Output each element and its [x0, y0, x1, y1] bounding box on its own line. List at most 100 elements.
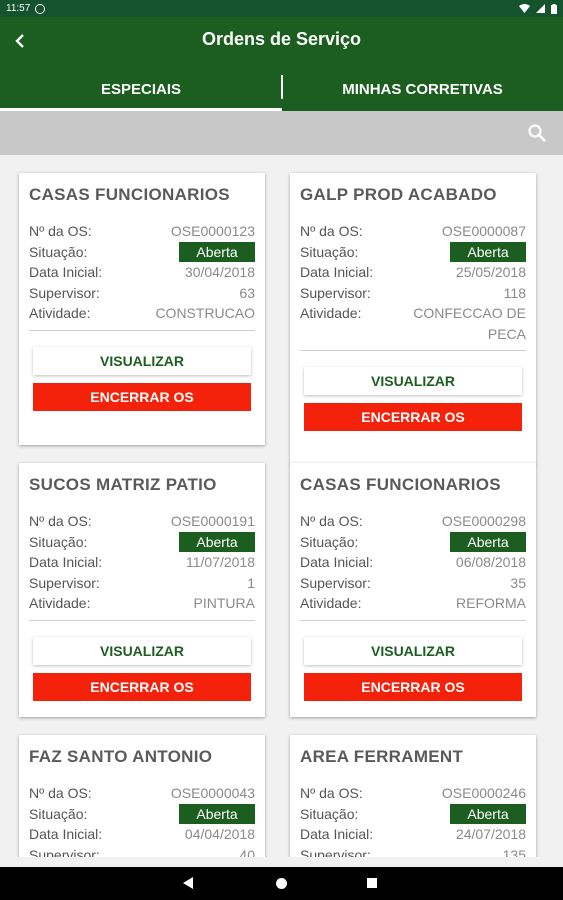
- situacao-label: Situação:: [29, 533, 88, 550]
- status-badge: Aberta: [450, 803, 526, 824]
- data-inicial-label: Data Inicial:: [300, 264, 374, 280]
- atividade-row: Atividade: REFORMA: [300, 593, 526, 614]
- tab-bar: ESPECIAIS MINHAS CORRETIVAS: [0, 67, 563, 111]
- supervisor-row: Supervisor: 35: [300, 573, 526, 594]
- status-bar: 11:57: [0, 0, 563, 17]
- supervisor-label: Supervisor:: [300, 846, 371, 858]
- data-inicial-row: Data Inicial: 30/04/2018: [29, 262, 255, 283]
- os-value: OSE0000087: [441, 223, 526, 239]
- supervisor-value: 35: [510, 574, 526, 591]
- data-inicial-value: 24/07/2018: [455, 826, 526, 842]
- os-row: Nº da OS: OSE0000087: [300, 221, 526, 242]
- visualizar-button[interactable]: VISUALIZAR: [304, 636, 522, 665]
- card-place: AREA FERRAMENT: [300, 747, 464, 766]
- status-badge: Aberta: [450, 241, 526, 262]
- data-inicial-row: Data Inicial: 04/04/2018: [29, 824, 255, 845]
- situacao-label: Situação:: [300, 243, 359, 260]
- supervisor-label: Supervisor:: [300, 574, 371, 591]
- atividade-row: Atividade: PINTURA: [29, 593, 255, 614]
- supervisor-row: Supervisor: 40: [29, 845, 255, 858]
- status-badge: Aberta: [179, 241, 255, 262]
- search-bar[interactable]: [0, 111, 563, 155]
- card-place: FAZ SANTO ANTONIO: [29, 747, 213, 766]
- encerrar-os-button[interactable]: ENCERRAR OS: [33, 382, 251, 411]
- supervisor-label: Supervisor:: [29, 284, 100, 301]
- visualizar-button[interactable]: VISUALIZAR: [304, 367, 522, 395]
- os-label: Nº da OS:: [300, 223, 363, 239]
- encerrar-os-button[interactable]: ENCERRAR OS: [304, 403, 522, 431]
- supervisor-label: Supervisor:: [300, 284, 371, 301]
- supervisor-label: Supervisor:: [29, 574, 100, 591]
- os-label: Nº da OS:: [29, 785, 92, 801]
- data-inicial-value: 25/05/2018: [455, 264, 526, 280]
- card-place: CASAS FUNCIONARIOS: [29, 185, 230, 204]
- data-inicial-row: Data Inicial: 06/08/2018: [300, 552, 526, 573]
- divider: [29, 329, 255, 331]
- data-inicial-label: Data Inicial:: [29, 826, 103, 842]
- data-inicial-value: 30/04/2018: [184, 264, 255, 280]
- supervisor-value: 1: [247, 574, 255, 591]
- service-order-card: SUCOS MATRIZ PATIO Nº da OS: OSE0000191 S…: [19, 463, 265, 717]
- nav-home-icon[interactable]: [276, 878, 287, 889]
- supervisor-row: Supervisor: 118: [300, 283, 526, 304]
- os-row: Nº da OS: OSE0000298: [300, 511, 526, 532]
- situacao-row: Situação: Aberta: [300, 531, 526, 553]
- os-row: Nº da OS: OSE0000246: [300, 783, 526, 804]
- atividade-value: REFORMA: [456, 595, 526, 611]
- atividade-value: PINTURA: [193, 595, 255, 611]
- nav-recents-icon[interactable]: [367, 878, 377, 888]
- situacao-label: Situação:: [29, 243, 88, 260]
- service-order-card: CASAS FUNCIONARIOS Nº da OS: OSE0000123 S…: [19, 173, 265, 445]
- atividade-label: Atividade:: [29, 305, 91, 321]
- atividade-label: Atividade:: [300, 595, 362, 611]
- divider: [300, 619, 526, 621]
- nav-back-icon[interactable]: [183, 877, 193, 889]
- data-inicial-row: Data Inicial: 24/07/2018: [300, 824, 526, 845]
- situacao-row: Situação: Aberta: [300, 241, 526, 263]
- tab-minhas-corretivas[interactable]: MINHAS CORRETIVAS: [282, 67, 563, 111]
- situacao-label: Situação:: [300, 805, 359, 822]
- page-title: Ordens de Serviço: [201, 29, 362, 49]
- card-place: GALP PROD ACABADO: [300, 185, 497, 204]
- service-order-card: AREA FERRAMENT Nº da OS: OSE0000246 Situa…: [290, 735, 536, 857]
- atividade-label: Atividade:: [29, 595, 91, 611]
- visualizar-button[interactable]: VISUALIZAR: [33, 636, 251, 665]
- service-order-card: FAZ SANTO ANTONIO Nº da OS: OSE0000043 Si…: [19, 735, 265, 857]
- os-label: Nº da OS:: [29, 513, 92, 529]
- supervisor-value: 135: [502, 846, 526, 858]
- tab-especiais[interactable]: ESPECIAIS: [0, 67, 282, 111]
- service-order-card: CASAS FUNCIONARIOS Nº da OS: OSE0000298 S…: [290, 463, 536, 717]
- atividade-row: Atividade: CONSTRUCAO: [29, 303, 255, 324]
- data-inicial-label: Data Inicial:: [300, 826, 374, 842]
- os-label: Nº da OS:: [300, 513, 363, 529]
- visualizar-button[interactable]: VISUALIZAR: [33, 346, 251, 375]
- search-icon[interactable]: [527, 123, 547, 143]
- system-nav-bar: [0, 867, 563, 900]
- encerrar-os-button[interactable]: ENCERRAR OS: [33, 672, 251, 701]
- encerrar-os-button[interactable]: ENCERRAR OS: [304, 672, 522, 701]
- os-value: OSE0000298: [441, 513, 526, 529]
- battery-icon: [551, 3, 557, 14]
- app-bar: Ordens de Serviço ESPECIAIS MINHAS CORRE…: [0, 17, 563, 111]
- supervisor-row: Supervisor: 135: [300, 845, 526, 858]
- wifi-icon: [519, 4, 530, 13]
- os-value: OSE0000043: [170, 785, 255, 801]
- os-row: Nº da OS: OSE0000191: [29, 511, 255, 532]
- service-order-card: GALP PROD ACABADO Nº da OS: OSE0000087 Si…: [290, 173, 536, 464]
- os-row: Nº da OS: OSE0000123: [29, 221, 255, 242]
- situacao-row: Situação: Aberta: [300, 803, 526, 825]
- card-place: CASAS FUNCIONARIOS: [300, 475, 501, 494]
- divider: [300, 350, 526, 351]
- os-label: Nº da OS:: [300, 785, 363, 801]
- divider: [29, 619, 255, 621]
- atividade-value: CONFECCAO DE PECA: [413, 305, 526, 342]
- supervisor-row: Supervisor: 63: [29, 283, 255, 304]
- situacao-row: Situação: Aberta: [29, 241, 255, 263]
- os-value: OSE0000246: [441, 785, 526, 801]
- situacao-row: Situação: Aberta: [29, 803, 255, 825]
- status-badge: Aberta: [179, 803, 255, 824]
- atividade-row: Atividade: CONFECCAO DE PECA: [300, 303, 526, 344]
- atividade-value: CONSTRUCAO: [155, 305, 255, 321]
- data-inicial-value: 06/08/2018: [455, 554, 526, 570]
- supervisor-label: Supervisor:: [29, 846, 100, 858]
